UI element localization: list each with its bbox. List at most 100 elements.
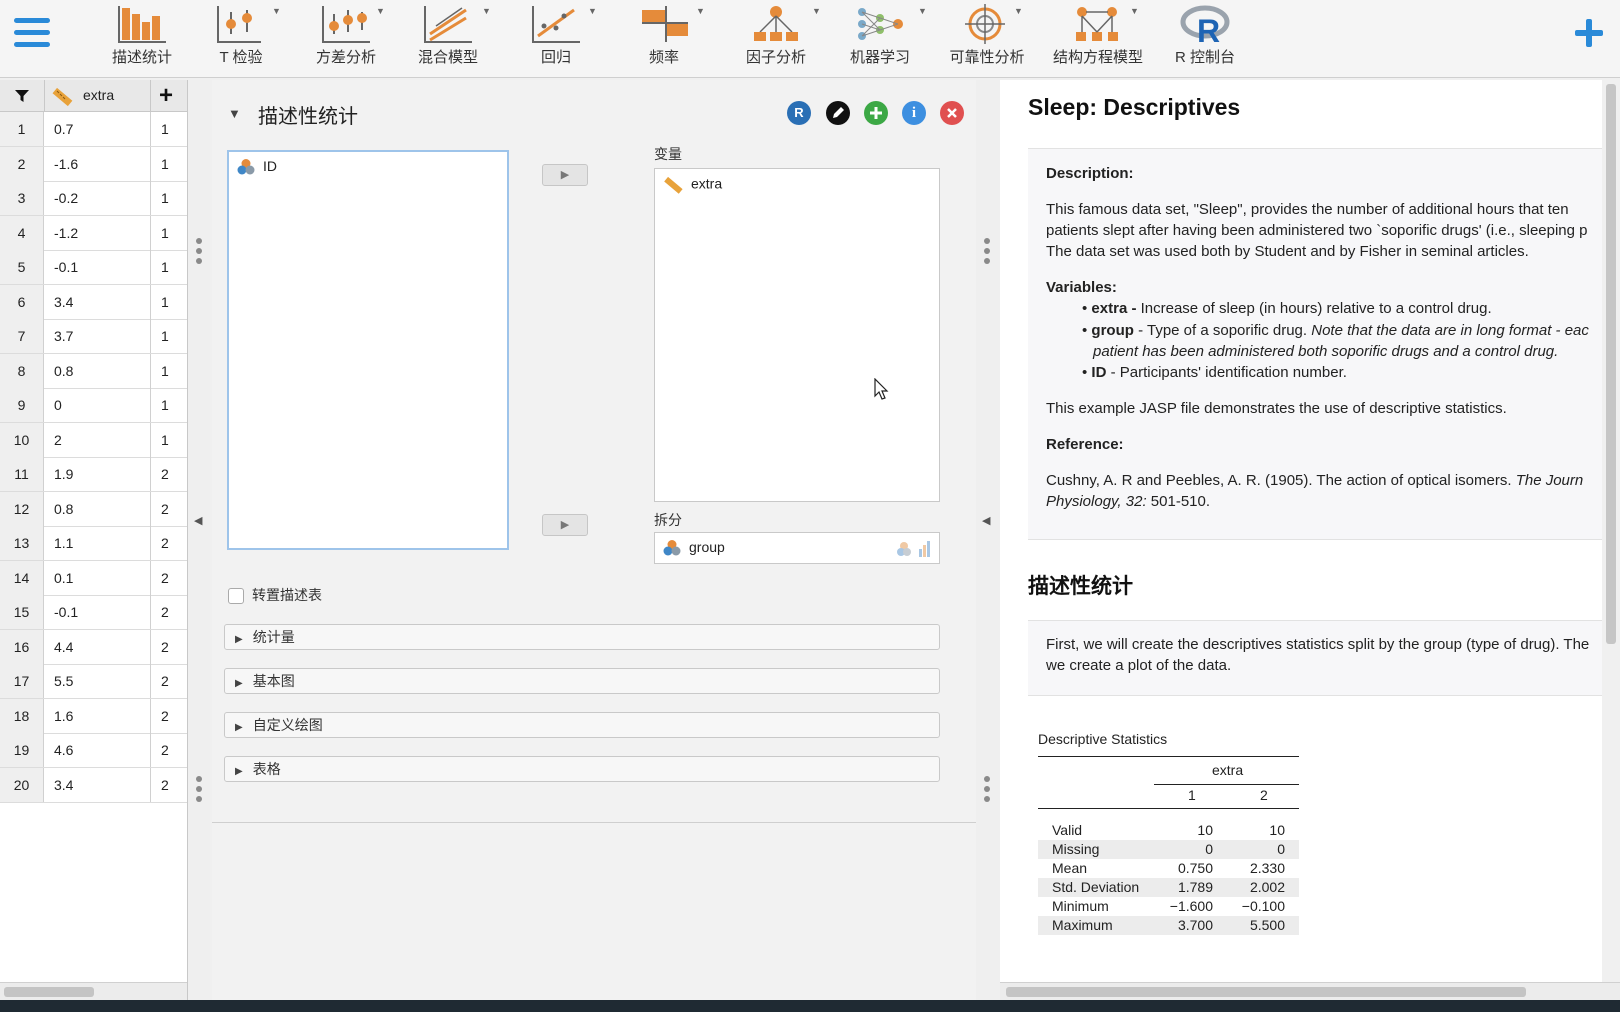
drag-handle-icon[interactable]: [196, 238, 202, 268]
drag-handle-icon[interactable]: [196, 776, 202, 806]
tool-anova[interactable]: ▼ 方差分析: [308, 0, 385, 76]
row-number[interactable]: 20: [0, 767, 44, 802]
cell-group[interactable]: 1: [150, 388, 187, 422]
filter-header-cell[interactable]: [0, 80, 44, 112]
collapse-right-arrow-icon[interactable]: ◀: [982, 514, 990, 527]
cell-group[interactable]: 2: [150, 526, 187, 560]
cell-group[interactable]: 2: [150, 698, 187, 733]
row-number[interactable]: 3: [0, 181, 44, 215]
cell-extra[interactable]: -0.1: [54, 250, 78, 284]
drag-handle-icon[interactable]: [984, 776, 990, 806]
cell-extra[interactable]: 5.5: [54, 664, 73, 698]
cell-group[interactable]: 1: [150, 146, 187, 181]
section-basic-plots[interactable]: ▶ 基本图: [224, 668, 940, 694]
row-number[interactable]: 8: [0, 353, 44, 388]
table-row[interactable]: 7 3.7 1: [0, 319, 187, 354]
cell-group[interactable]: 2: [150, 629, 187, 664]
cell-extra[interactable]: 0.7: [54, 112, 73, 146]
cell-extra[interactable]: 3.4: [54, 285, 73, 319]
table-row[interactable]: 11 1.9 2: [0, 457, 187, 492]
table-row[interactable]: 1 0.7 1: [0, 112, 187, 147]
row-number[interactable]: 10: [0, 422, 44, 457]
variable-item-group[interactable]: group: [663, 539, 725, 557]
cell-extra[interactable]: 3.4: [54, 768, 73, 802]
row-number[interactable]: 12: [0, 491, 44, 526]
table-row[interactable]: 15 -0.1 2: [0, 595, 187, 630]
panel-splitter-left[interactable]: ◀: [188, 80, 210, 1000]
tool-r-console[interactable]: R R 控制台: [1166, 0, 1244, 76]
tool-machine-learning[interactable]: ▼ 机器学习: [840, 0, 927, 76]
row-number[interactable]: 17: [0, 664, 44, 698]
cell-extra[interactable]: 1.6: [54, 699, 73, 733]
table-row[interactable]: 16 4.4 2: [0, 629, 187, 665]
cell-group[interactable]: 1: [150, 250, 187, 284]
info-icon[interactable]: i: [902, 101, 926, 125]
row-number[interactable]: 7: [0, 319, 44, 353]
cell-group[interactable]: 1: [150, 215, 187, 250]
cell-group[interactable]: 1: [150, 422, 187, 457]
section-tables[interactable]: ▶ 表格: [224, 756, 940, 782]
cell-extra[interactable]: 0.1: [54, 561, 73, 595]
row-number[interactable]: 16: [0, 629, 44, 664]
cell-group[interactable]: 1: [150, 353, 187, 388]
cell-extra[interactable]: -0.2: [54, 181, 78, 215]
cell-group[interactable]: 2: [150, 664, 187, 698]
results-horizontal-scrollbar[interactable]: [1000, 982, 1620, 1000]
checkbox-box[interactable]: [228, 588, 244, 605]
add-column-button[interactable]: +: [150, 80, 187, 112]
split-drop-field[interactable]: group: [654, 532, 940, 564]
panel-splitter-right[interactable]: ◀: [976, 80, 1000, 1000]
cell-group[interactable]: 2: [150, 733, 187, 767]
edit-title-icon[interactable]: [826, 101, 850, 125]
cell-group[interactable]: 2: [150, 560, 187, 595]
transpose-table-checkbox[interactable]: 转置描述表: [228, 585, 322, 605]
row-number[interactable]: 13: [0, 526, 44, 560]
row-number[interactable]: 5: [0, 250, 44, 284]
row-number[interactable]: 15: [0, 595, 44, 629]
cell-extra[interactable]: 4.4: [54, 630, 73, 664]
grid-horizontal-scrollbar[interactable]: [0, 982, 187, 1000]
table-row[interactable]: 6 3.4 1: [0, 284, 187, 320]
tool-reliability[interactable]: ▼ 可靠性分析: [940, 0, 1034, 76]
cell-extra[interactable]: 0.8: [54, 354, 73, 388]
table-row[interactable]: 8 0.8 1: [0, 353, 187, 389]
cell-extra[interactable]: 3.7: [54, 319, 73, 353]
row-number[interactable]: 11: [0, 457, 44, 491]
row-number[interactable]: 9: [0, 388, 44, 422]
duplicate-analysis-icon[interactable]: [864, 101, 888, 125]
table-row[interactable]: 10 2 1: [0, 422, 187, 458]
cell-extra[interactable]: 1.9: [54, 457, 73, 491]
cell-extra[interactable]: 2: [54, 423, 62, 457]
cell-extra[interactable]: 0.8: [54, 492, 73, 526]
table-row[interactable]: 12 0.8 2: [0, 491, 187, 527]
tool-descriptives[interactable]: 描述统计: [104, 0, 180, 76]
cell-group[interactable]: 2: [150, 595, 187, 629]
tool-mixed-models[interactable]: ▼ 混合模型: [410, 0, 491, 76]
row-number[interactable]: 4: [0, 215, 44, 250]
cell-extra[interactable]: 4.6: [54, 733, 73, 767]
add-module-plus-icon[interactable]: [1572, 16, 1606, 50]
variable-item-id[interactable]: ID: [237, 158, 277, 176]
row-number[interactable]: 1: [0, 112, 44, 146]
table-row[interactable]: 5 -0.1 1: [0, 250, 187, 285]
table-row[interactable]: 17 5.5 2: [0, 664, 187, 699]
tool-t-test[interactable]: ▼ T 检验: [206, 0, 281, 76]
variable-item-extra[interactable]: extra: [663, 175, 722, 195]
tool-regression[interactable]: ▼ 回归: [518, 0, 597, 76]
table-row[interactable]: 4 -1.2 1: [0, 215, 187, 251]
scrollbar-thumb[interactable]: [1006, 987, 1526, 997]
results-vertical-scrollbar[interactable]: [1602, 80, 1620, 982]
variables-drop-list[interactable]: extra: [654, 168, 940, 502]
cell-extra[interactable]: -0.1: [54, 595, 78, 629]
row-number[interactable]: 18: [0, 698, 44, 733]
section-statistics[interactable]: ▶ 统计量: [224, 624, 940, 650]
cell-extra[interactable]: -1.6: [54, 147, 78, 181]
row-number[interactable]: 6: [0, 284, 44, 319]
drag-handle-icon[interactable]: [984, 238, 990, 268]
analysis-title[interactable]: 描述性统计: [258, 100, 358, 129]
tool-frequencies[interactable]: ▼ 频率: [626, 0, 705, 76]
table-row[interactable]: 90 1: [0, 388, 187, 423]
cell-extra[interactable]: 1.1: [54, 526, 73, 560]
r-syntax-icon[interactable]: R: [787, 101, 811, 125]
tool-factor-analysis[interactable]: ▼ 因子分析: [736, 0, 821, 76]
